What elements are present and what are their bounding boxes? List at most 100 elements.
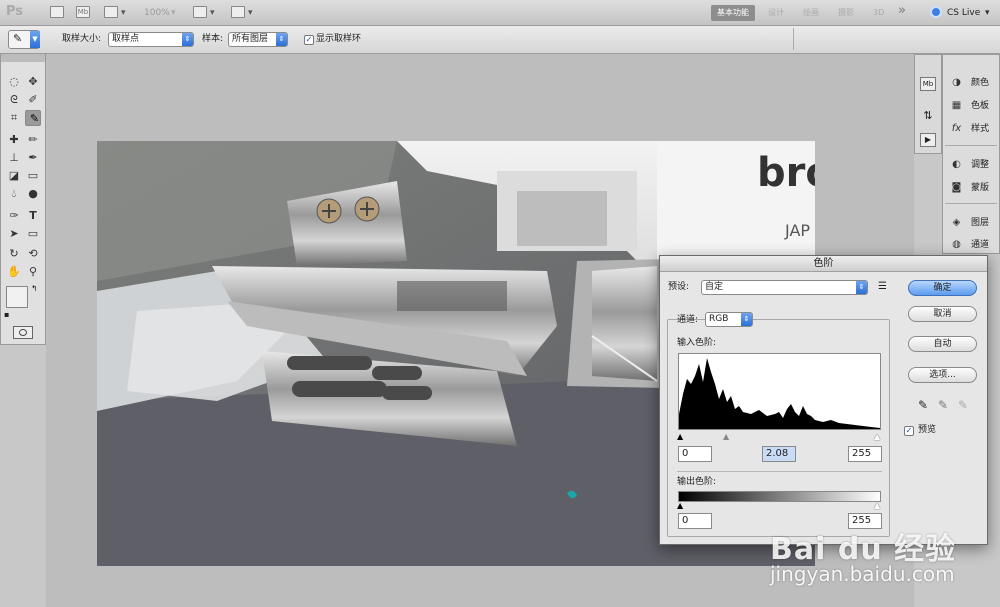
marquee-tool-icon[interactable]: ◌ [6, 74, 22, 90]
channel-select[interactable]: RGB ⇕ [705, 312, 753, 327]
mini-bridge-panel-icon[interactable]: Mb [920, 77, 936, 91]
styles-icon: fx [951, 123, 962, 134]
show-sampling-ring-checkbox[interactable]: ✓ [304, 35, 314, 45]
black-point-eyedropper-icon[interactable]: ✎ [918, 398, 928, 412]
foreground-color-swatch[interactable] [6, 286, 28, 308]
input-black-slider-icon[interactable]: ▲ [677, 432, 683, 441]
layers-icon: ◈ [952, 217, 961, 228]
gray-point-eyedropper-icon[interactable]: ✎ [938, 398, 948, 412]
view-extras-icon[interactable] [104, 6, 118, 18]
cancel-button[interactable]: 取消 [908, 306, 977, 322]
brush-tool-icon[interactable]: ✏ [25, 132, 41, 148]
input-black-field[interactable]: 0 [678, 446, 712, 462]
panel-layers-label: 图层 [971, 218, 990, 228]
eraser-tool-icon[interactable]: ◪ [6, 168, 22, 184]
clone-stamp-tool-icon[interactable]: ⊥ [6, 150, 22, 166]
bridge-icon[interactable] [50, 6, 64, 18]
preset-label: 预设: [668, 282, 690, 292]
crop-tool-icon[interactable]: ⌗ [6, 110, 22, 126]
workspace-essentials[interactable]: 基本功能 [711, 5, 755, 21]
gradient-tool-icon[interactable]: ▭ [25, 168, 41, 184]
output-gradient-bar [678, 491, 881, 502]
panel-layers[interactable]: ◈ 图层 [943, 213, 1000, 233]
tools-panel-header[interactable] [1, 54, 45, 62]
lasso-tool-icon[interactable]: ᘓ [6, 92, 22, 108]
panel-adjustments[interactable]: ◐ 调整 [943, 155, 1000, 175]
actions-panel-icon[interactable]: ▶ [920, 133, 936, 147]
screen-mode-icon[interactable] [231, 6, 245, 18]
cs-live-dropdown-icon[interactable]: ▾ [985, 5, 990, 21]
input-gamma-slider-icon[interactable]: ▲ [723, 432, 729, 441]
default-colors-icon[interactable]: ▪ [4, 310, 9, 319]
options-divider [793, 28, 794, 50]
panel-styles[interactable]: fx 样式 [943, 119, 1000, 139]
panel-adjustments-label: 调整 [971, 160, 990, 170]
zoom-dropdown-icon[interactable]: ▾ [171, 5, 176, 21]
panel-swatches-label: 色板 [971, 101, 990, 111]
swap-colors-icon[interactable]: ↰ [31, 284, 38, 293]
pen-tool-icon[interactable]: ✑ [6, 208, 22, 224]
tool-preset-picker[interactable]: ✎ ▼ [8, 30, 40, 49]
preview-checkbox[interactable]: ✓ [904, 426, 914, 436]
zoom-tool-icon[interactable]: ⚲ [25, 264, 41, 280]
3d-rotate-tool-icon[interactable]: ↻ [6, 246, 22, 262]
panel-color[interactable]: ◑ 颜色 [943, 73, 1000, 93]
quick-selection-tool-icon[interactable]: ✐ [25, 92, 41, 108]
output-white-slider-icon[interactable]: ▲ [874, 501, 880, 510]
section-divider [677, 471, 882, 472]
cs-live-icon[interactable] [930, 6, 942, 18]
input-white-slider-icon[interactable]: ▲ [874, 432, 880, 441]
sample-select[interactable]: 所有图层 ⇕ [228, 32, 288, 47]
output-black-slider-icon[interactable]: ▲ [677, 501, 683, 510]
hand-tool-icon[interactable]: ✋ [6, 264, 22, 280]
workspace-design[interactable]: 设计 [768, 5, 784, 21]
preset-options-icon[interactable]: ☰ [878, 281, 887, 292]
application-bar: Ps Mb ▾ 100% ▾ ▾ ▾ 基本功能 设计 绘画 摄影 3D » CS… [0, 0, 1000, 26]
history-panel-icon[interactable]: ⇅ [920, 109, 936, 123]
screen-mode-dropdown-icon[interactable]: ▾ [248, 5, 253, 21]
blur-tool-icon[interactable]: 💧︎ [6, 186, 22, 202]
type-tool-icon[interactable]: T [25, 208, 41, 224]
arrange-documents-icon[interactable] [193, 6, 207, 18]
input-gamma-field[interactable]: 2.08 [762, 446, 796, 462]
path-selection-tool-icon[interactable]: ➤ [6, 226, 22, 242]
panel-channels[interactable]: ◍ 通道 [943, 235, 1000, 255]
sample-size-select[interactable]: 取样点 ⇕ [108, 32, 194, 47]
workspace-painting[interactable]: 绘画 [803, 5, 819, 21]
cs-live-label[interactable]: CS Live [947, 5, 980, 21]
input-white-field[interactable]: 255 [848, 446, 882, 462]
chevron-down-icon: ▼ [30, 31, 40, 48]
panel-masks[interactable]: ◙ 蒙版 [943, 178, 1000, 198]
zoom-level[interactable]: 100% [144, 5, 170, 21]
options-button[interactable]: 选项... [908, 367, 977, 383]
preset-select[interactable]: 自定 ⇕ [701, 280, 868, 295]
eyedropper-tool-icon[interactable]: ✎ [25, 110, 41, 126]
workspace-3d[interactable]: 3D [873, 5, 884, 21]
view-extras-dropdown-icon[interactable]: ▾ [121, 5, 126, 21]
dodge-tool-icon[interactable]: ● [25, 186, 41, 202]
3d-orbit-tool-icon[interactable]: ⟲ [25, 246, 41, 262]
mini-bridge-icon[interactable]: Mb [76, 6, 90, 18]
quick-mask-icon[interactable] [13, 326, 33, 339]
shape-tool-icon[interactable]: ▭ [25, 226, 41, 242]
ok-button[interactable]: 确定 [908, 280, 977, 296]
baidu-watermark-url: jingyan.baidu.com [770, 562, 955, 586]
auto-button[interactable]: 自动 [908, 336, 977, 352]
spot-healing-tool-icon[interactable]: ✚ [6, 132, 22, 148]
output-black-field[interactable]: 0 [678, 513, 712, 529]
dialog-title[interactable]: 色阶 [660, 256, 987, 272]
panel-divider [945, 145, 997, 146]
white-point-eyedropper-icon[interactable]: ✎ [958, 398, 968, 412]
adjustments-icon: ◐ [952, 159, 961, 170]
more-workspaces-icon[interactable]: » [898, 3, 906, 19]
arrange-dropdown-icon[interactable]: ▾ [210, 5, 215, 21]
panel-styles-label: 样式 [971, 124, 990, 134]
preset-value: 自定 [705, 282, 724, 292]
panel-swatches[interactable]: ▦ 色板 [943, 96, 1000, 116]
workspace-photography[interactable]: 摄影 [838, 5, 854, 21]
history-brush-tool-icon[interactable]: ✒ [25, 150, 41, 166]
select-arrows-icon: ⇕ [182, 33, 193, 46]
move-tool-icon[interactable]: ✥ [25, 74, 41, 90]
panel-dock: ◑ 颜色 ▦ 色板 fx 样式 ◐ 调整 ◙ 蒙版 ◈ 图层 ◍ 通道 [942, 54, 1000, 254]
histogram-graph [679, 358, 880, 429]
